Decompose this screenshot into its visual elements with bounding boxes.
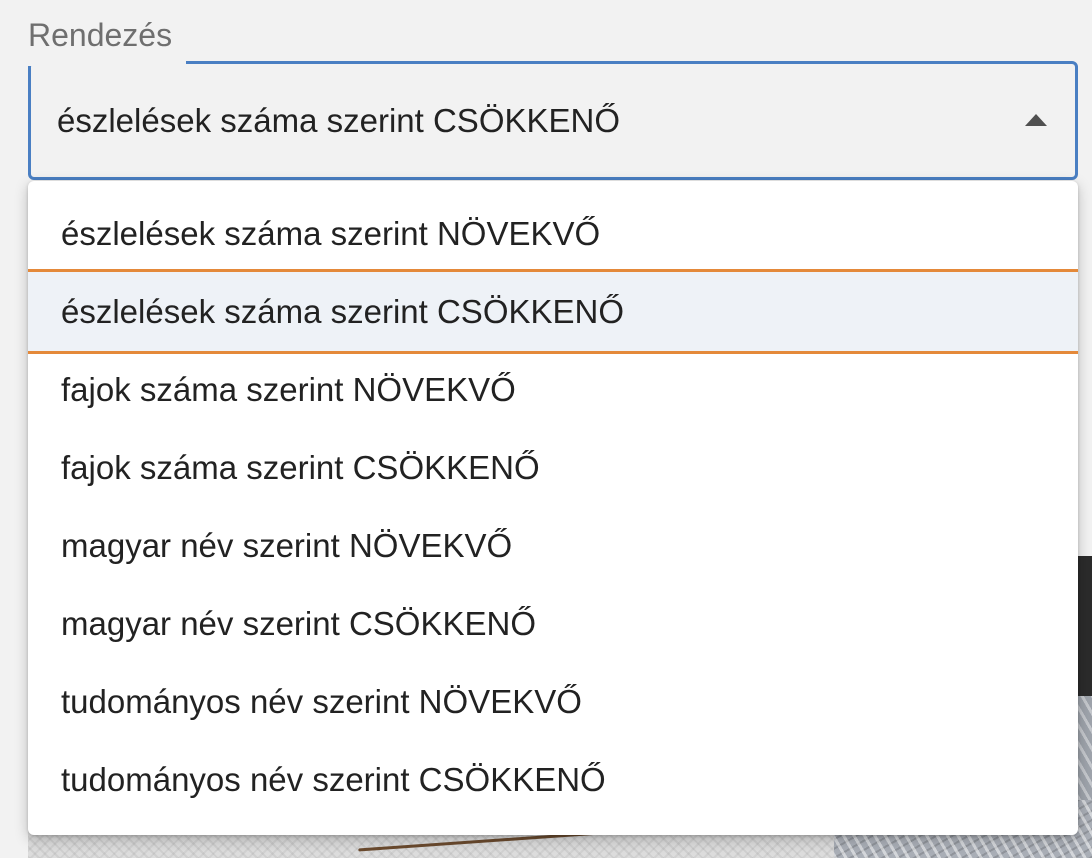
sort-options-menu: észlelések száma szerint NÖVEKVŐ észlelé…: [28, 181, 1078, 835]
sort-option-label: magyar név szerint NÖVEKVŐ: [61, 527, 513, 564]
sort-option[interactable]: tudományos név szerint NÖVEKVŐ: [28, 666, 1078, 744]
sort-option[interactable]: magyar név szerint NÖVEKVŐ: [28, 510, 1078, 588]
background-photo-edge: [1078, 696, 1092, 800]
sort-field-label: Rendezés: [28, 16, 177, 54]
sort-option-label: tudományos név szerint NÖVEKVŐ: [61, 683, 582, 720]
sort-option-label: fajok száma szerint NÖVEKVŐ: [61, 371, 516, 408]
sort-option-label: fajok száma szerint CSÖKKENŐ: [61, 449, 540, 486]
sort-option[interactable]: fajok száma szerint CSÖKKENŐ: [28, 432, 1078, 510]
caret-up-icon[interactable]: [1025, 114, 1047, 126]
sort-option[interactable]: fajok száma szerint NÖVEKVŐ: [28, 354, 1078, 432]
sort-select-value: észlelések száma szerint CSÖKKENŐ: [57, 102, 621, 139]
sort-option[interactable]: észlelések száma szerint NÖVEKVŐ: [28, 181, 1078, 271]
sort-option[interactable]: magyar név szerint CSÖKKENŐ: [28, 588, 1078, 666]
label-notch: [22, 58, 186, 66]
sort-select[interactable]: észlelések száma szerint CSÖKKENŐ: [28, 61, 1078, 180]
background-card-edge: [1078, 556, 1092, 696]
sort-option-label: észlelések száma szerint CSÖKKENŐ: [61, 293, 625, 330]
sort-option-label: magyar név szerint CSÖKKENŐ: [61, 605, 536, 642]
sort-option-label: tudományos név szerint CSÖKKENŐ: [61, 761, 606, 798]
sort-option-selected[interactable]: észlelések száma szerint CSÖKKENŐ: [28, 269, 1078, 354]
sort-option[interactable]: tudományos név szerint CSÖKKENŐ: [28, 744, 1078, 822]
